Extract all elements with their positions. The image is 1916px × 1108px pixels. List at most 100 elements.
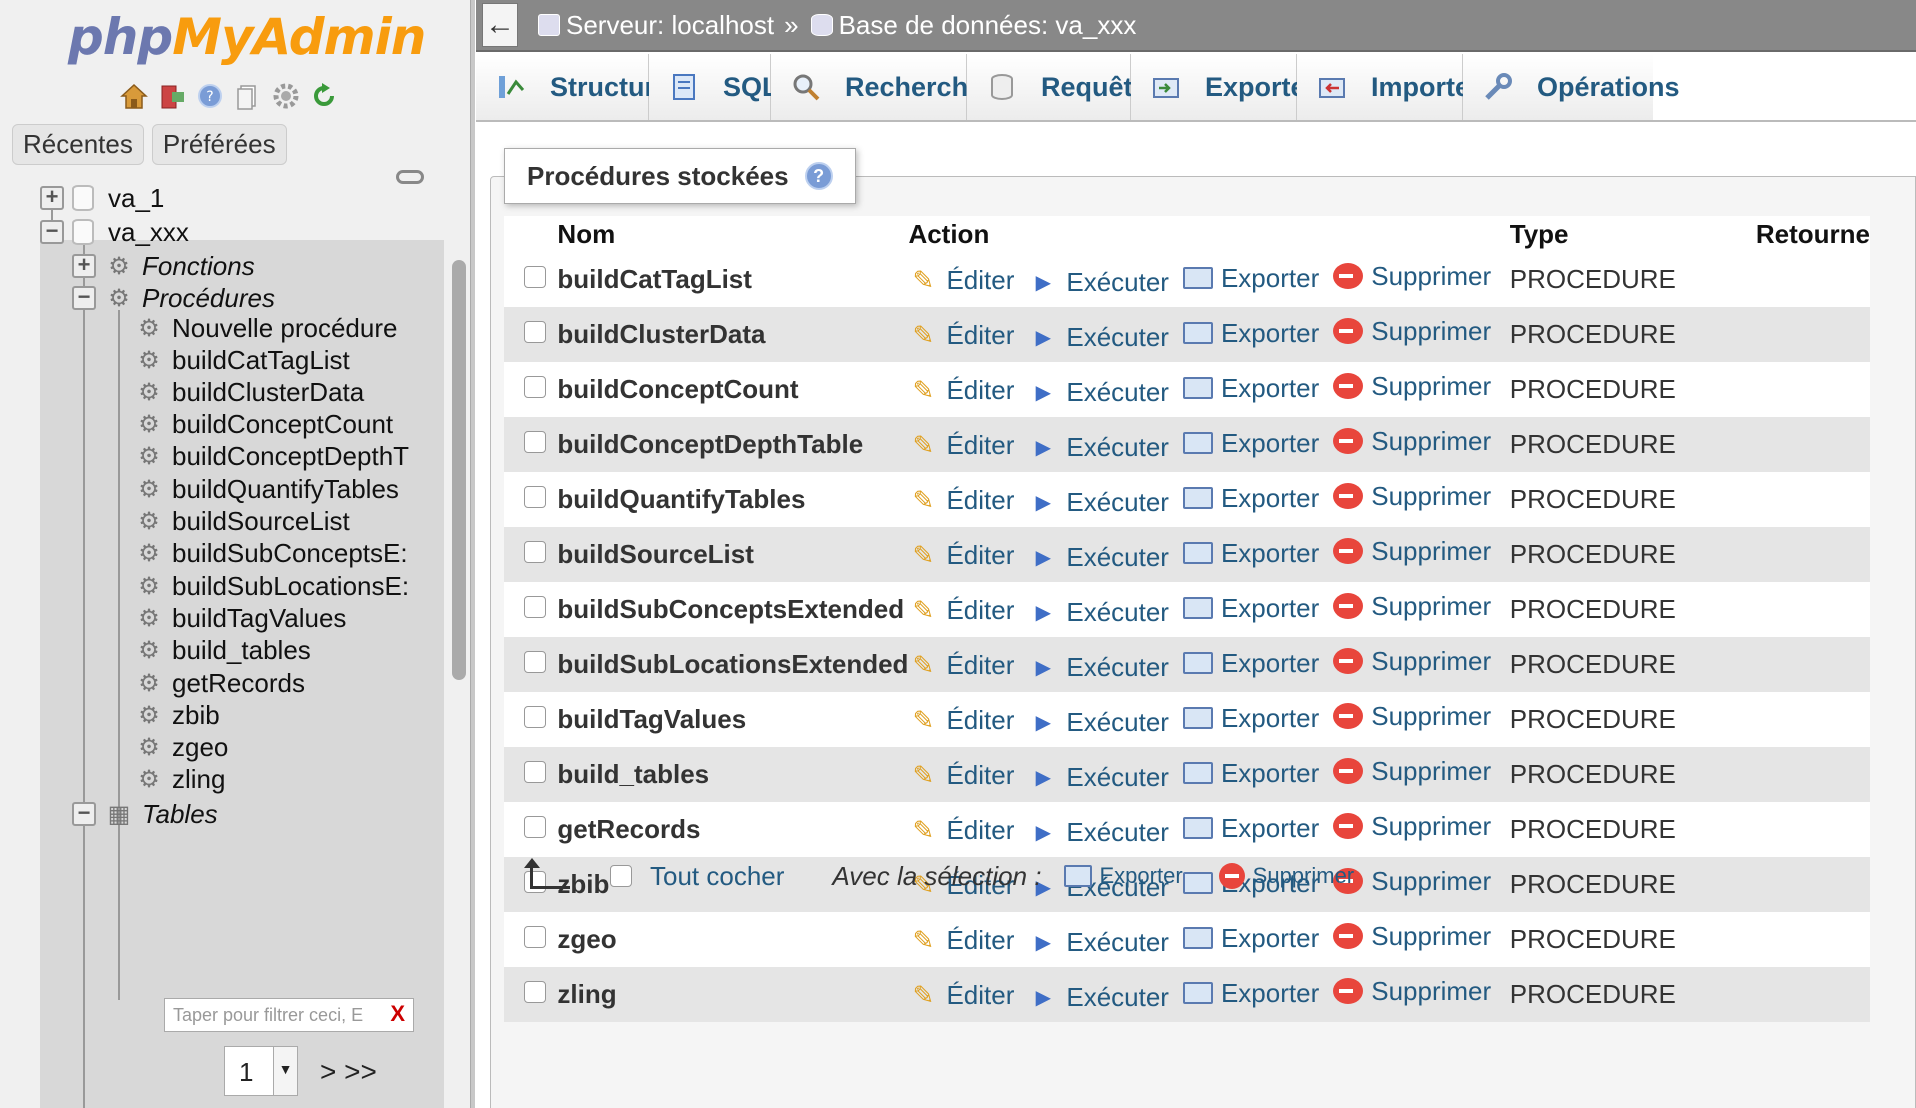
row-checkbox[interactable] (524, 981, 546, 1003)
next-page-link[interactable]: > >> (320, 1056, 377, 1088)
row-checkbox[interactable] (524, 596, 546, 618)
row-checkbox[interactable] (524, 486, 546, 508)
row-checkbox[interactable] (524, 376, 546, 398)
export-button[interactable]: Exporter (1182, 703, 1319, 734)
tree-db-va-xxx[interactable]: − va_xxx (40, 214, 189, 250)
delete-button[interactable]: Supprimer (1333, 481, 1491, 512)
tree-group-tables[interactable]: − ▦ Tables (72, 796, 218, 832)
edit-button[interactable]: ✎ Éditer (908, 485, 1015, 516)
export-button[interactable]: Exporter (1182, 318, 1319, 349)
tree-procedure-item[interactable]: ⚙ build_tables (134, 633, 311, 669)
row-checkbox[interactable] (524, 431, 546, 453)
check-all-checkbox[interactable] (610, 865, 632, 887)
execute-button[interactable]: ▶ Exécuter (1028, 487, 1169, 518)
export-button[interactable]: Exporter (1182, 648, 1319, 679)
tree-procedure-item[interactable]: ⚙ buildConceptCount (134, 407, 393, 443)
edit-button[interactable]: ✎ Éditer (908, 540, 1015, 571)
delete-button[interactable]: Supprimer (1333, 316, 1491, 347)
expand-icon[interactable]: + (40, 186, 64, 210)
edit-button[interactable]: ✎ Éditer (908, 815, 1015, 846)
tree-filter-input[interactable]: Taper pour filtrer ceci, E X (164, 998, 414, 1032)
edit-button[interactable]: ✎ Éditer (908, 595, 1015, 626)
delete-button[interactable]: Supprimer (1333, 701, 1491, 732)
row-checkbox[interactable] (524, 651, 546, 673)
favorites-tab[interactable]: Préférées (151, 124, 287, 165)
edit-button[interactable]: ✎ Éditer (908, 760, 1015, 791)
tree-procedure-item[interactable]: ⚙ buildQuantifyTables (134, 471, 399, 507)
tab-structure[interactable]: Structure (476, 54, 670, 120)
execute-button[interactable]: ▶ Exécuter (1028, 817, 1169, 848)
execute-button[interactable]: ▶ Exécuter (1028, 542, 1169, 573)
export-button[interactable]: Exporter (1182, 758, 1319, 789)
execute-button[interactable]: ▶ Exécuter (1028, 322, 1169, 353)
tree-group-functions[interactable]: + ⚙ Fonctions (72, 248, 255, 284)
delete-button[interactable]: Supprimer (1333, 591, 1491, 622)
row-checkbox[interactable] (524, 761, 546, 783)
tab-import[interactable]: Importer (1297, 54, 1481, 120)
export-button[interactable]: Exporter (1182, 923, 1319, 954)
tree-procedure-item[interactable]: ⚙ buildCatTagList (134, 342, 350, 378)
row-checkbox[interactable] (524, 541, 546, 563)
delete-button[interactable]: Supprimer (1333, 646, 1491, 677)
exit-icon[interactable] (156, 80, 188, 112)
documentation-icon[interactable] (232, 80, 264, 112)
nav-scrollbar[interactable] (452, 260, 466, 680)
execute-button[interactable]: ▶ Exécuter (1028, 432, 1169, 463)
tab-sql[interactable]: SQL (649, 54, 779, 120)
tree-procedure-item[interactable]: ⚙ zling (134, 762, 225, 798)
export-button[interactable]: Exporter (1182, 428, 1319, 459)
row-checkbox[interactable] (524, 816, 546, 838)
tree-procedure-item[interactable]: ⚙ buildSourceList (134, 504, 350, 540)
expand-icon[interactable]: + (72, 254, 96, 278)
execute-button[interactable]: ▶ Exécuter (1028, 707, 1169, 738)
export-button[interactable]: Exporter (1182, 978, 1319, 1009)
recent-tab[interactable]: Récentes (12, 124, 144, 165)
tree-procedure-item[interactable]: ⚙ zgeo (134, 730, 228, 766)
breadcrumb-server[interactable]: Serveur: localhost (538, 10, 774, 41)
edit-button[interactable]: ✎ Éditer (908, 265, 1015, 296)
tree-procedure-item[interactable]: ⚙ buildConceptDepthT (134, 439, 409, 475)
help-icon[interactable]: ? (804, 162, 833, 190)
edit-button[interactable]: ✎ Éditer (908, 980, 1015, 1011)
delete-button[interactable]: Supprimer (1333, 811, 1491, 842)
row-checkbox[interactable] (524, 706, 546, 728)
home-icon[interactable] (118, 80, 150, 112)
row-checkbox[interactable] (524, 266, 546, 288)
tree-procedure-item[interactable]: ⚙ buildTagValues (134, 600, 346, 636)
help-icon[interactable]: ? (194, 80, 226, 112)
delete-button[interactable]: Supprimer (1333, 536, 1491, 567)
edit-button[interactable]: ✎ Éditer (908, 705, 1015, 736)
edit-button[interactable]: ✎ Éditer (908, 430, 1015, 461)
page-select[interactable]: 1 ▼ (224, 1046, 298, 1096)
edit-button[interactable]: ✎ Éditer (908, 375, 1015, 406)
check-all-link[interactable]: Tout cocher (650, 861, 784, 892)
export-button[interactable]: Exporter (1182, 483, 1319, 514)
link-with-main-panel-icon[interactable] (396, 170, 424, 184)
nav-resizer[interactable] (470, 0, 475, 1108)
bulk-export-button[interactable]: Exporter (1063, 863, 1183, 889)
tree-procedure-item[interactable]: ⚙ zbib (134, 697, 219, 733)
phpmyadmin-logo[interactable]: phpMyAdmin (68, 8, 426, 66)
tree-procedure-item[interactable]: ⚙ buildSubLocationsE: (134, 568, 409, 604)
chevron-down-icon[interactable]: ▼ (273, 1047, 297, 1095)
reload-icon[interactable] (308, 80, 340, 112)
export-button[interactable]: Exporter (1182, 373, 1319, 404)
breadcrumb-database[interactable]: Base de données: va_xxx (810, 10, 1136, 41)
edit-button[interactable]: ✎ Éditer (908, 320, 1015, 351)
execute-button[interactable]: ▶ Exécuter (1028, 652, 1169, 683)
tree-db-va-1[interactable]: + va_1 (40, 180, 164, 216)
export-button[interactable]: Exporter (1182, 813, 1319, 844)
tree-new-procedure[interactable]: ⚙ Nouvelle procédure (134, 310, 397, 346)
execute-button[interactable]: ▶ Exécuter (1028, 927, 1169, 958)
delete-button[interactable]: Supprimer (1333, 976, 1491, 1007)
tab-operations[interactable]: Opérations (1463, 54, 1680, 120)
export-button[interactable]: Exporter (1182, 538, 1319, 569)
tab-export[interactable]: Exporter (1131, 54, 1316, 120)
execute-button[interactable]: ▶ Exécuter (1028, 982, 1169, 1013)
tab-query[interactable]: Requête (967, 54, 1148, 120)
tab-search[interactable]: Rechercher (771, 54, 994, 120)
clear-filter-icon[interactable]: X (390, 1001, 405, 1027)
row-checkbox[interactable] (524, 926, 546, 948)
collapse-icon[interactable]: − (72, 802, 96, 826)
execute-button[interactable]: ▶ Exécuter (1028, 762, 1169, 793)
